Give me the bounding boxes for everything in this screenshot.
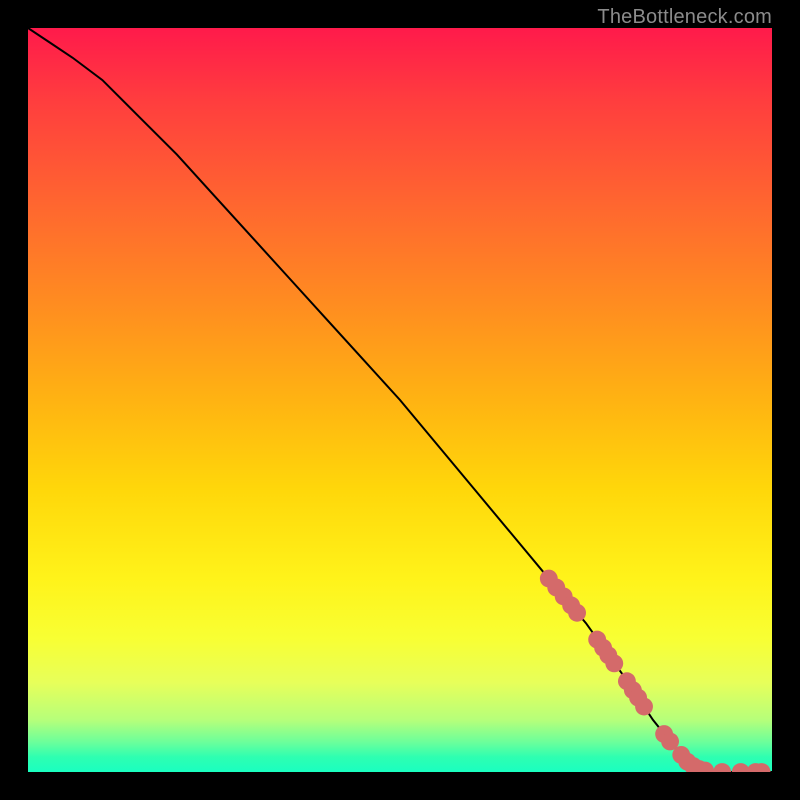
data-dot (568, 604, 586, 622)
data-dots (540, 570, 771, 772)
plot-area (28, 28, 772, 772)
chart-stage: TheBottleneck.com (0, 0, 800, 800)
watermark-text: TheBottleneck.com (597, 6, 772, 29)
data-dot (713, 763, 731, 772)
dots-layer (28, 28, 772, 772)
data-dot (605, 654, 623, 672)
data-dot (635, 698, 653, 716)
